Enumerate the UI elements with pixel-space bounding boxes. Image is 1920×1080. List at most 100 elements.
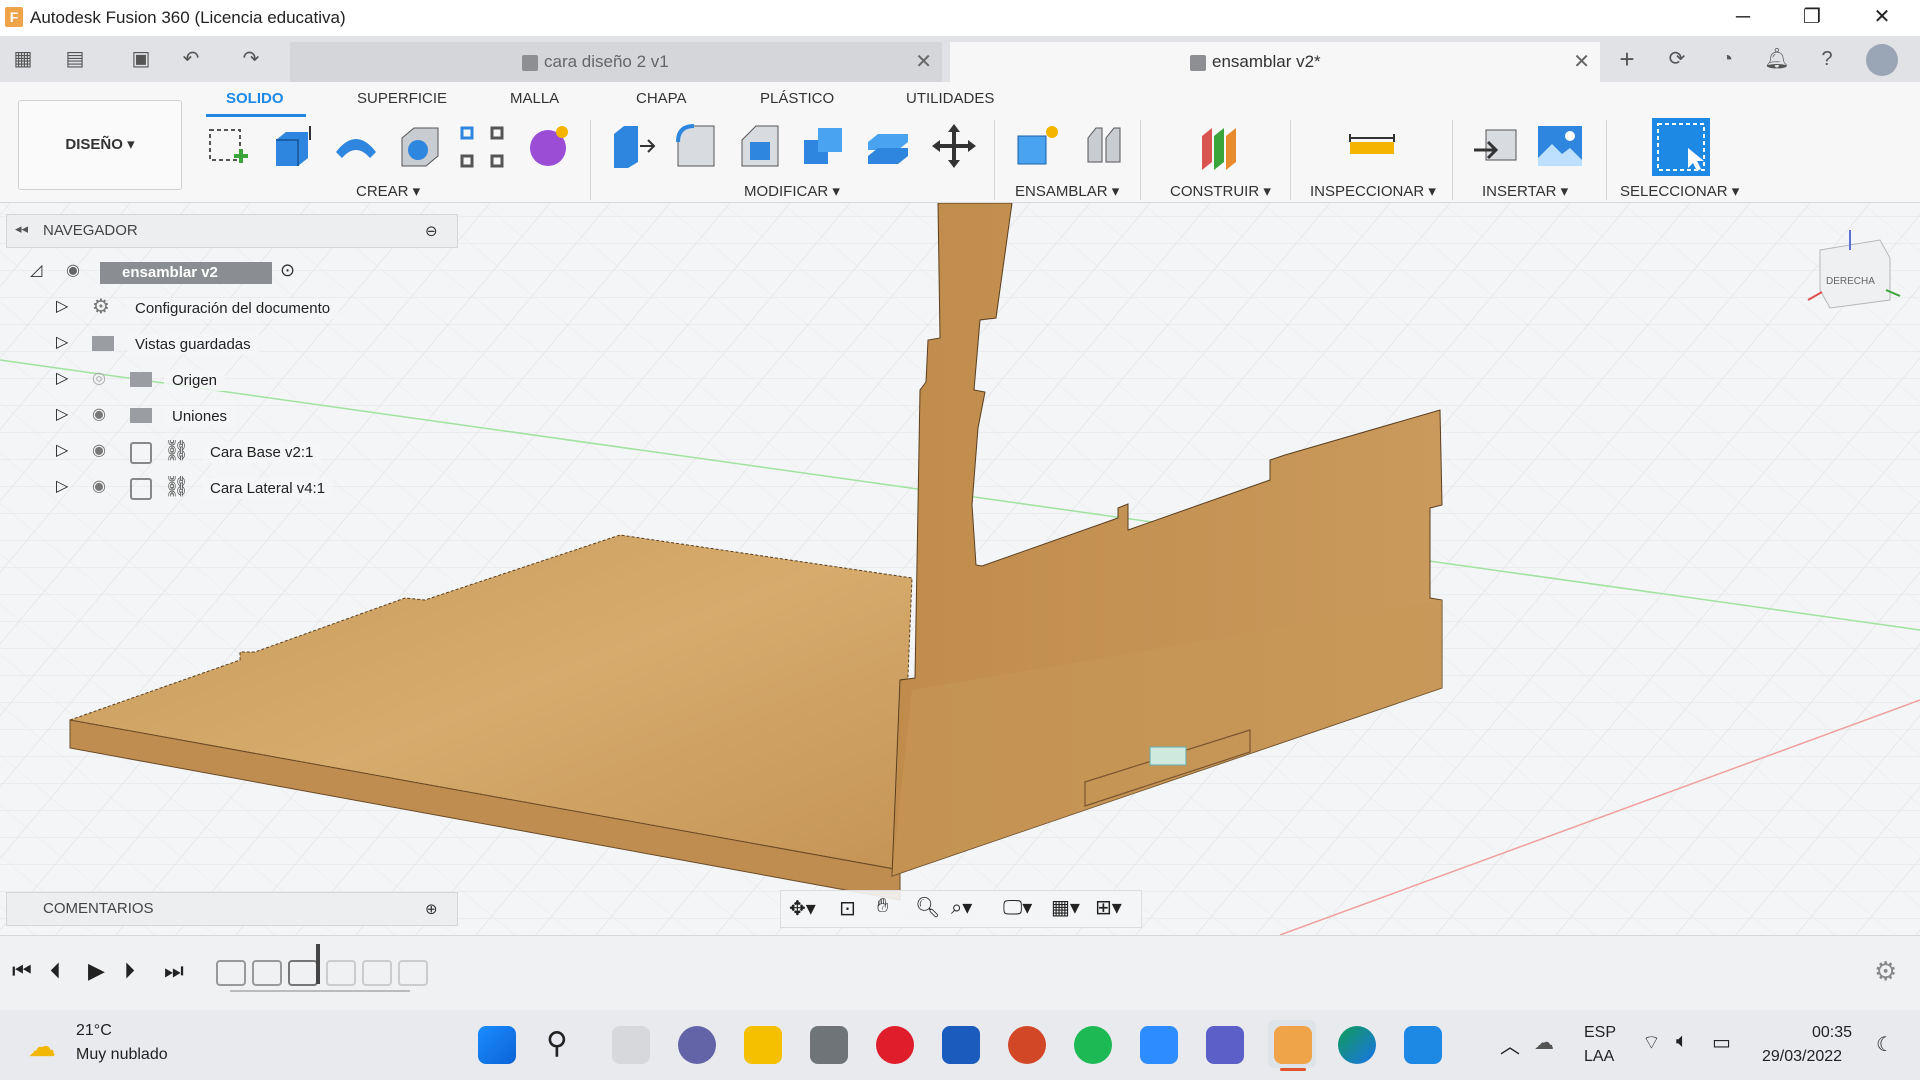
extensions-icon[interactable]: ⟳ <box>1662 44 1692 74</box>
pattern-icon[interactable] <box>458 122 506 170</box>
file-explorer-icon[interactable] <box>744 1026 782 1064</box>
tab-cara-diseno[interactable]: cara diseño 2 v1 ✕ <box>290 42 942 82</box>
tab-utilidades[interactable]: UTILIDADES <box>906 90 994 107</box>
tab-chapa[interactable]: CHAPA <box>636 90 687 107</box>
data-panel-grid-icon[interactable]: ▦ <box>8 44 38 74</box>
construir-group-label[interactable]: CONSTRUIR ▾ <box>1170 182 1271 200</box>
photos-icon[interactable] <box>1404 1026 1442 1064</box>
create-form-icon[interactable] <box>524 122 572 170</box>
viewports-icon[interactable]: ⊞▾ <box>1095 895 1122 920</box>
crear-group-label[interactable]: CREAR ▾ <box>356 182 420 200</box>
task-view-icon[interactable] <box>612 1026 650 1064</box>
play-icon[interactable]: ▶ <box>88 958 105 984</box>
word-icon[interactable] <box>942 1026 980 1064</box>
minimize-button[interactable]: ─ <box>1713 0 1773 36</box>
chat-icon[interactable] <box>678 1026 716 1064</box>
go-to-start-icon[interactable]: ⏮ <box>12 958 32 984</box>
file-menu-icon[interactable]: ▤ <box>60 44 90 74</box>
expand-arrow-icon[interactable]: ▷ <box>56 368 68 388</box>
timeline-marker[interactable] <box>316 944 320 984</box>
split-body-icon[interactable] <box>864 122 912 170</box>
redo-icon[interactable]: ↷ <box>236 44 266 74</box>
tab-malla[interactable]: MALLA <box>510 90 559 107</box>
expand-arrow-icon[interactable]: ▷ <box>56 332 68 352</box>
calculator-icon[interactable] <box>810 1026 848 1064</box>
user-avatar[interactable] <box>1866 44 1898 76</box>
expand-arrow-icon[interactable]: ▷ <box>56 296 68 316</box>
teams-icon[interactable] <box>1206 1026 1244 1064</box>
eye-icon[interactable]: ◉ <box>92 440 106 460</box>
tab-solido[interactable]: SOLIDO <box>226 90 284 107</box>
workspace-dropdown[interactable]: DISEÑO ▾ <box>18 100 182 190</box>
close-tab-icon[interactable]: ✕ <box>1573 42 1590 82</box>
step-back-icon[interactable]: ⏴ <box>50 958 61 984</box>
navigator-item[interactable]: ▷ ◉ ⛓ Cara Lateral v4:1 <box>56 472 386 504</box>
inspeccionar-group-label[interactable]: INSPECCIONAR ▾ <box>1310 182 1436 200</box>
opera-icon[interactable] <box>876 1026 914 1064</box>
select-icon[interactable] <box>1652 118 1710 176</box>
start-windows-icon[interactable] <box>478 1026 516 1064</box>
collapse-icon[interactable]: ◂◂ <box>15 221 28 237</box>
fusion360-taskbar-icon[interactable] <box>1274 1026 1312 1064</box>
clock-date[interactable]: 29/03/2022 <box>1762 1048 1842 1066</box>
onedrive-cloud-icon[interactable]: ☁ <box>1534 1030 1554 1055</box>
navigator-item[interactable]: ▷ ◎ Origen <box>56 364 386 396</box>
create-sketch-icon[interactable] <box>204 122 252 170</box>
ensamblar-group-label[interactable]: ENSAMBLAR ▾ <box>1015 182 1119 200</box>
step-forward-icon[interactable]: ⏵ <box>124 958 135 984</box>
expand-arrow-icon[interactable]: ▷ <box>56 476 68 496</box>
combine-icon[interactable] <box>800 122 848 170</box>
insertar-group-label[interactable]: INSERTAR ▾ <box>1482 182 1568 200</box>
display-settings-icon[interactable]: 🖵︎▾ <box>1003 895 1032 920</box>
weather-icon[interactable]: ☁ <box>28 1030 56 1063</box>
volume-icon[interactable]: 🔈︎ <box>1676 1030 1688 1053</box>
new-component-icon[interactable] <box>1014 122 1062 170</box>
insert-derive-icon[interactable] <box>1472 122 1520 170</box>
weather-temp[interactable]: 21°C <box>76 1022 112 1040</box>
close-tab-icon[interactable]: ✕ <box>915 42 932 82</box>
add-comment-icon[interactable]: ⊕ <box>425 900 438 918</box>
spotify-icon[interactable] <box>1074 1026 1112 1064</box>
tab-plastico[interactable]: PLÁSTICO <box>760 90 834 107</box>
timeline-feature-icon[interactable] <box>326 960 356 986</box>
close-button[interactable]: ✕ <box>1852 0 1912 36</box>
grid-settings-icon[interactable]: ▦▾ <box>1051 895 1080 920</box>
move-copy-icon[interactable] <box>930 122 978 170</box>
language-code[interactable]: ESP <box>1584 1024 1616 1042</box>
minimize-panel-icon[interactable]: ⊖ <box>425 222 438 240</box>
navigator-item[interactable]: ▷ Vistas guardadas <box>56 328 386 360</box>
zoom-app-icon[interactable] <box>1140 1026 1178 1064</box>
navigator-item[interactable]: ▷ ◉ Uniones <box>56 400 386 432</box>
keyboard-layout[interactable]: LAA <box>1584 1048 1614 1066</box>
extrude-icon[interactable] <box>268 122 316 170</box>
navigator-panel-header[interactable]: ◂◂ NAVEGADOR ⊖ <box>6 214 458 248</box>
expand-arrow-icon[interactable]: ▷ <box>56 440 68 460</box>
fit-icon[interactable]: ⌕▾ <box>951 895 972 920</box>
timeline-joint-icon[interactable] <box>288 960 318 986</box>
eye-icon[interactable]: ◉ <box>92 476 106 496</box>
comments-panel-header[interactable]: COMENTARIOS ⊕ <box>6 892 458 926</box>
focus-moon-icon[interactable]: ☾ <box>1876 1032 1894 1057</box>
navigator-item[interactable]: ▷ ⚙ Configuración del documento <box>56 292 386 324</box>
save-icon[interactable]: ▣ <box>126 44 156 74</box>
navigator-root[interactable]: ◿ ◉ ensamblar v2 ⊙ <box>30 256 360 288</box>
maximize-button[interactable]: ❐ <box>1782 0 1842 36</box>
wifi-icon[interactable]: ⌔ <box>1642 1030 1661 1055</box>
navigator-item[interactable]: ▷ ◉ ⛓ Cara Base v2:1 <box>56 436 386 468</box>
search-icon[interactable]: ⚲ <box>546 1026 584 1064</box>
joint-icon[interactable] <box>1080 122 1128 170</box>
show-hidden-icons-chevron-icon[interactable]: ︿ <box>1500 1030 1520 1059</box>
tab-ensamblar[interactable]: ensamblar v2* ✕ <box>950 42 1600 82</box>
weather-desc[interactable]: Muy nublado <box>76 1046 168 1064</box>
chamfer-icon[interactable] <box>736 122 784 170</box>
clock-time[interactable]: 00:35 <box>1812 1024 1852 1042</box>
go-to-end-icon[interactable]: ⏭ <box>164 958 184 984</box>
eye-icon[interactable]: ◉ <box>66 260 80 280</box>
zoom-icon[interactable]: 🔍︎ <box>915 895 940 920</box>
revolve-icon[interactable] <box>332 122 380 170</box>
edge-icon[interactable] <box>1338 1026 1376 1064</box>
notifications-icon[interactable]: 🔔︎ <box>1762 44 1792 74</box>
timeline-settings-gear-icon[interactable]: ⚙ <box>1874 956 1897 987</box>
offset-plane-icon[interactable] <box>1196 122 1244 170</box>
timeline-feature-icon[interactable] <box>362 960 392 986</box>
